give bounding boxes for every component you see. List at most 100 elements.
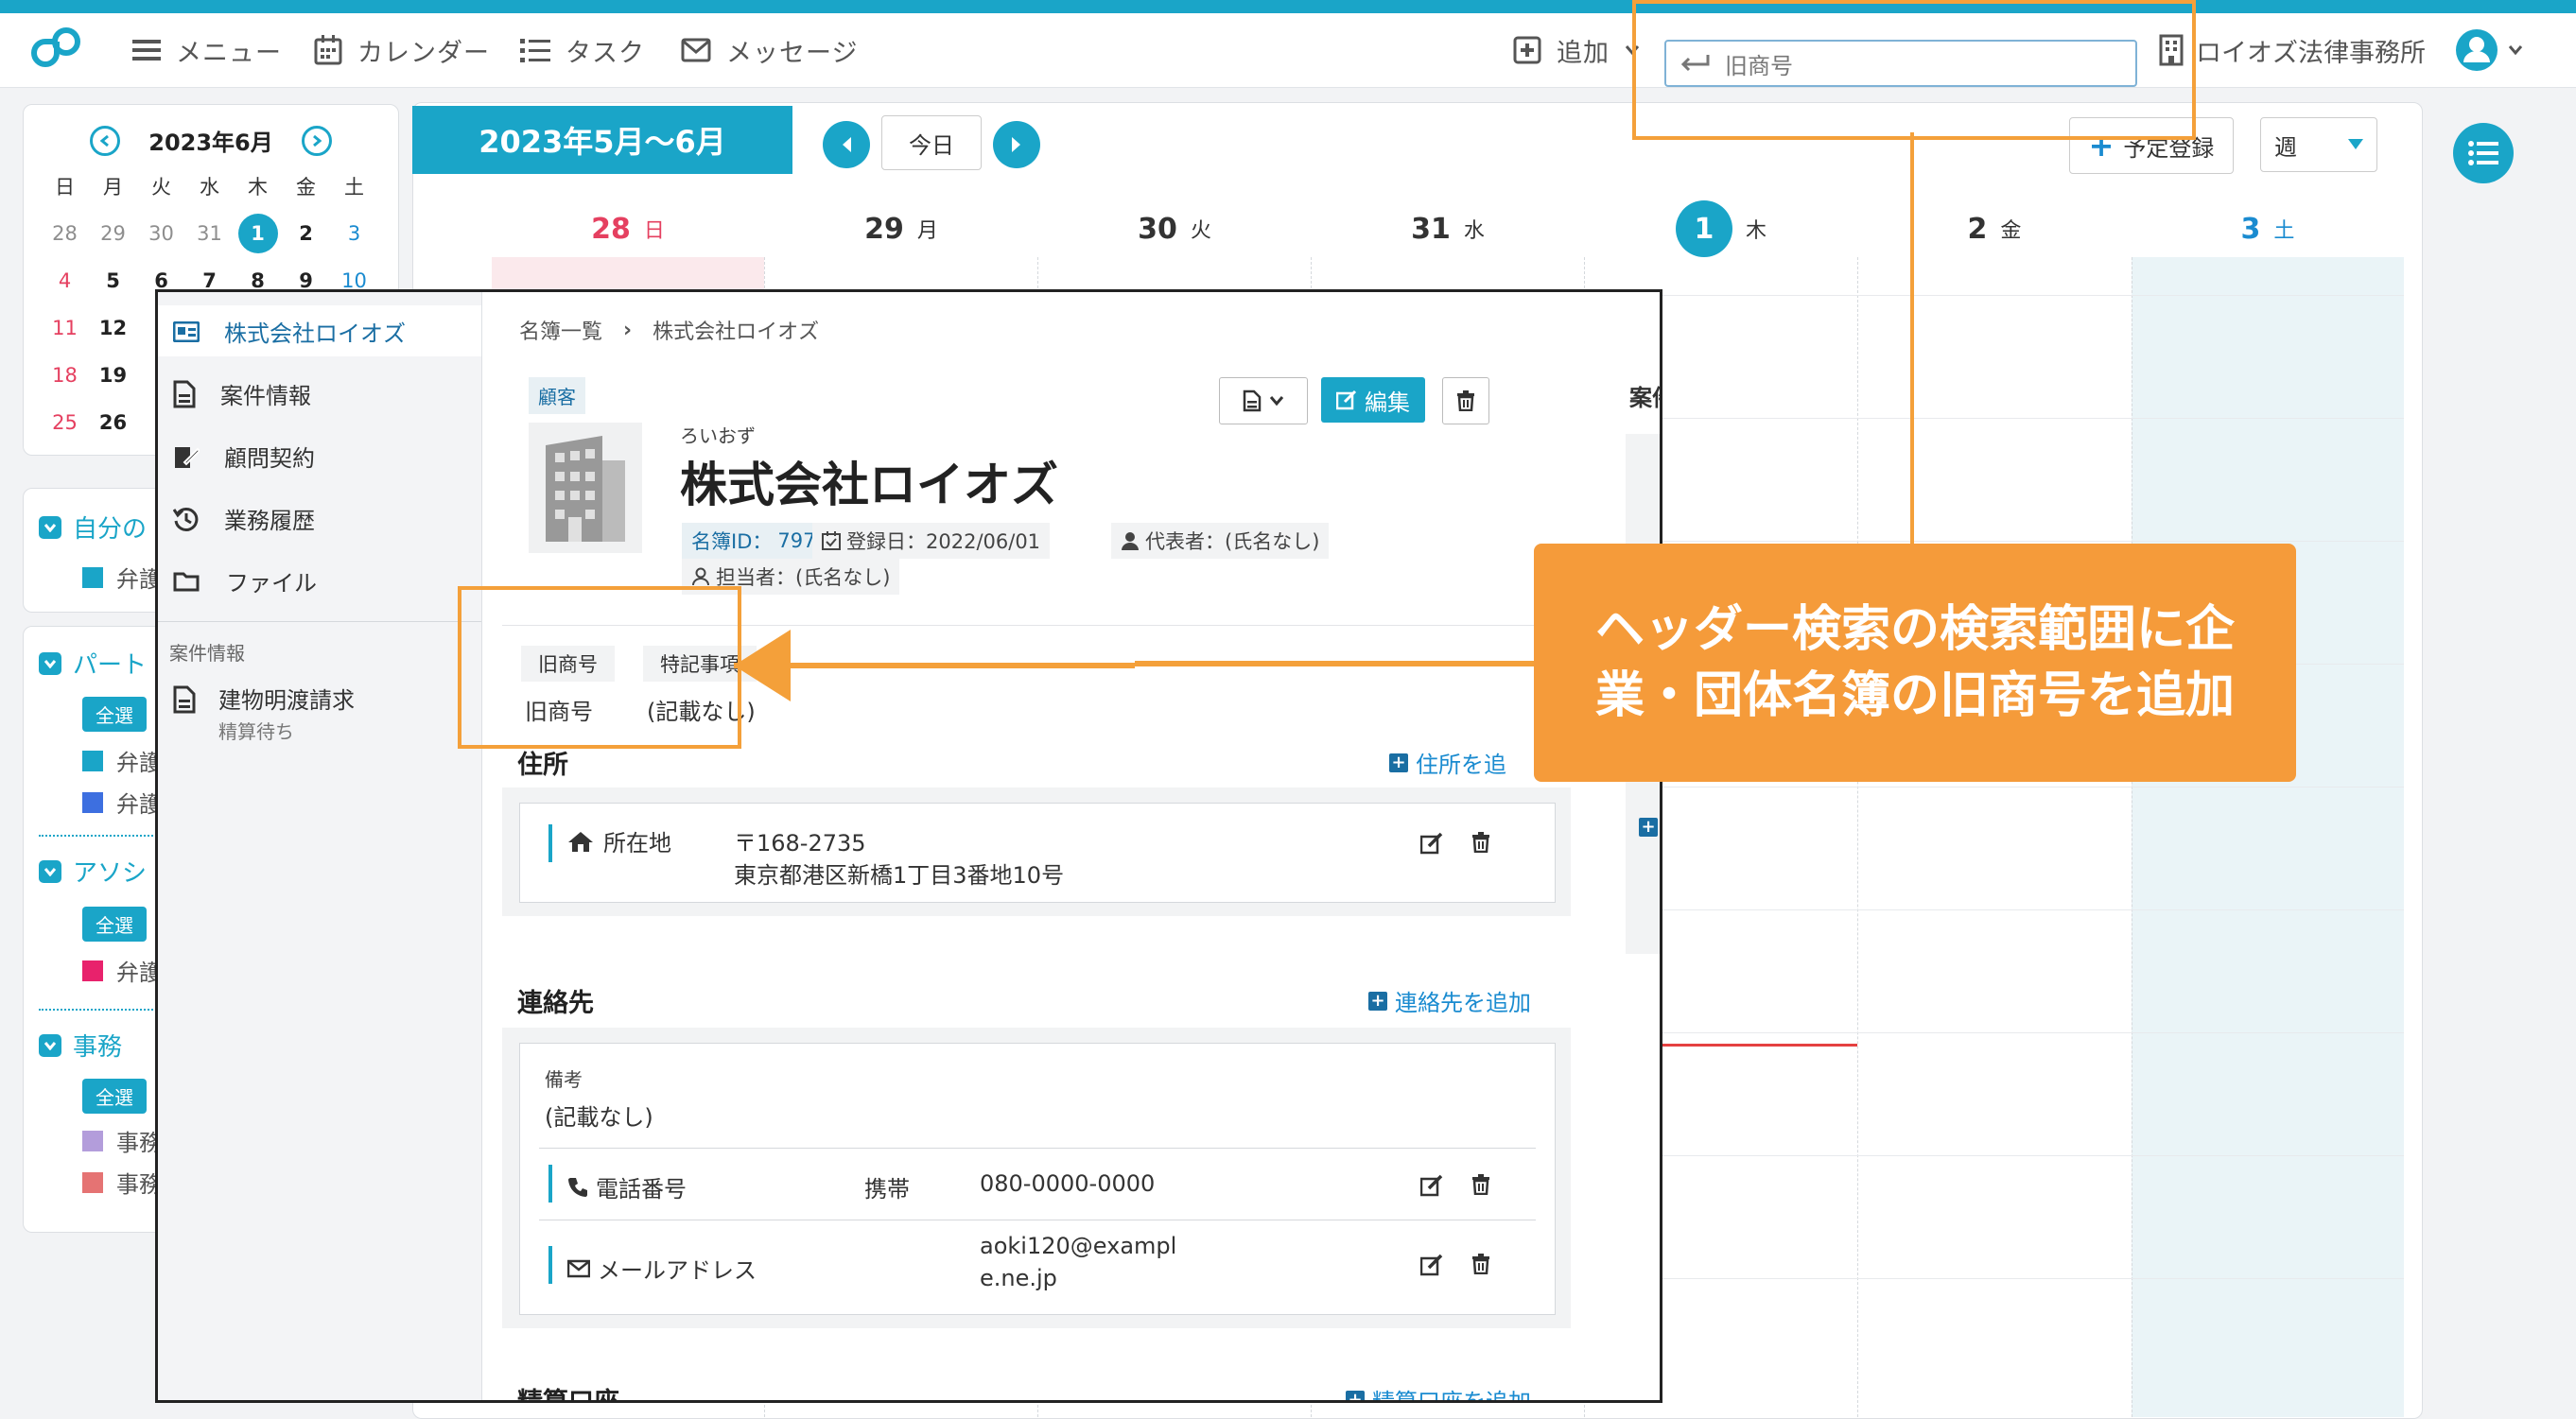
add-account-link[interactable]: + 精算口座を追加 [1346, 1383, 1531, 1400]
mini-calendar-day[interactable]: 30 [137, 210, 185, 257]
calendar-check-icon [822, 531, 841, 550]
breadcrumb: 名簿一覧 › 株式会社ロイオズ [519, 315, 819, 345]
color-swatch [82, 566, 103, 588]
edit-icon [1420, 1254, 1443, 1276]
add-case-button[interactable]: + [1639, 818, 1658, 837]
edit-address-button[interactable] [1420, 832, 1443, 855]
mini-prev-button[interactable] [90, 125, 121, 156]
chevron-right-icon [1012, 137, 1020, 152]
breadcrumb-current: 株式会社ロイオズ [653, 320, 820, 344]
menu-company[interactable]: 株式会社ロイオズ [173, 315, 406, 348]
checkbox-icon [39, 1033, 61, 1057]
add-contact-label: 連絡先を追加 [1395, 990, 1531, 1016]
nav-calendar[interactable]: カレンダー [314, 26, 490, 74]
trash-icon [1457, 390, 1474, 411]
mini-calendar-day[interactable]: 3 [330, 210, 378, 257]
mini-calendar-day[interactable]: 5 [89, 257, 137, 304]
mini-calendar-day[interactable]: 2 [282, 210, 330, 257]
mini-calendar-day[interactable]: 1 [234, 210, 282, 257]
view-select[interactable]: 週 [2260, 117, 2377, 172]
day-header[interactable]: 1木 [1585, 200, 1857, 257]
calendar-filter-item[interactable]: 弁護 [82, 954, 162, 987]
checkbox-icon [39, 859, 61, 883]
mini-calendar-day[interactable]: 28 [41, 210, 89, 257]
add-dropdown[interactable]: 追加 [1513, 26, 1640, 74]
day-number: 4 [58, 269, 72, 292]
mini-calendar-day[interactable]: 19 [89, 352, 137, 399]
calendar-filter-item[interactable]: 弁護 [82, 561, 162, 594]
mini-calendar-day[interactable]: 29 [89, 210, 137, 257]
calendar-filter-item[interactable]: 弁護 [82, 744, 162, 777]
delete-phone-button[interactable] [1471, 1174, 1490, 1195]
case-item[interactable]: 建物明渡請求 精算待ち [173, 682, 355, 744]
mini-next-button[interactable] [301, 125, 332, 156]
calendar-filter-item[interactable]: 弁護 [82, 786, 162, 819]
mini-calendar-day[interactable]: 31 [185, 210, 234, 257]
mini-calendar-day[interactable]: 18 [41, 352, 89, 399]
group-title-partner[interactable]: パート [39, 646, 147, 681]
mini-calendar-day[interactable]: 11 [41, 304, 89, 352]
address-type-label: 所在地 [603, 830, 671, 857]
menu-history[interactable]: 業務履歴 [173, 502, 315, 535]
mini-calendar-title: 2023年6月 [148, 130, 273, 156]
calendar-filter-item[interactable]: 事務 [82, 1166, 162, 1199]
mini-calendar-day[interactable]: 25 [41, 399, 89, 446]
email-label-row: メールアドレス [567, 1252, 757, 1285]
checkbox-icon [39, 515, 61, 539]
nav-menu[interactable]: メニュー [132, 26, 282, 74]
menu-label: 業務履歴 [224, 508, 315, 534]
email-value-line2[interactable]: e.ne.jp [980, 1265, 1057, 1291]
phone-value[interactable]: 080-0000-0000 [980, 1170, 1155, 1197]
color-swatch [82, 791, 103, 813]
select-all-button[interactable]: 全選 [82, 907, 147, 942]
document-menu-button[interactable] [1219, 377, 1308, 424]
mini-calendar-day[interactable]: 4 [41, 257, 89, 304]
edit-phone-button[interactable] [1420, 1174, 1443, 1197]
cases-column-title: 案件 [1629, 385, 1660, 411]
organization-switcher[interactable]: ロイオズ法律事務所 [2158, 26, 2426, 74]
menu-cases[interactable]: 案件情報 [173, 377, 311, 410]
menu-advisory[interactable]: 顧問契約 [173, 440, 315, 473]
day-header[interactable]: 30 火 [1038, 200, 1311, 257]
day-number: 28 [591, 212, 631, 246]
group-title-associate[interactable]: アソシ [39, 854, 147, 889]
email-value-line1[interactable]: aoki120@exampl [980, 1233, 1176, 1259]
prev-week-button[interactable] [823, 121, 870, 168]
day-of-week: 土 [2273, 219, 2295, 243]
day-header[interactable]: 2金 [1858, 200, 2131, 257]
calendar-filter-item[interactable]: 事務 [82, 1124, 162, 1157]
user-menu[interactable] [2455, 26, 2523, 74]
next-week-button[interactable] [993, 121, 1040, 168]
select-all-button[interactable]: 全選 [82, 697, 147, 732]
logo-icon [31, 27, 80, 67]
menu-files[interactable]: ファイル [173, 564, 317, 597]
weekday-label: 月 [103, 176, 123, 199]
add-address-link[interactable]: + 住所を追 [1389, 746, 1506, 779]
assignee-text: 担当者：(氏名なし) [716, 566, 891, 589]
edit-button[interactable]: 編集 [1321, 377, 1425, 423]
day-header[interactable]: 29 月 [765, 200, 1037, 257]
nav-messages[interactable]: メッセージ [681, 26, 858, 74]
delete-button[interactable] [1442, 377, 1489, 424]
day-header[interactable]: 28 日 [492, 200, 764, 257]
add-contact-link[interactable]: + 連絡先を追加 [1368, 984, 1531, 1017]
day-header[interactable]: 3土 [2132, 200, 2404, 257]
list-view-button[interactable] [2453, 123, 2514, 183]
breadcrumb-parent[interactable]: 名簿一覧 [519, 315, 602, 345]
day-header[interactable]: 31 水 [1312, 200, 1584, 257]
mini-calendar-day[interactable]: 12 [89, 304, 137, 352]
today-button[interactable]: 今日 [881, 115, 982, 170]
mini-calendar-day[interactable]: 26 [89, 399, 137, 446]
group-title-self[interactable]: 自分の [39, 510, 147, 545]
app-logo[interactable] [30, 25, 85, 79]
menu-label: 株式会社ロイオズ [224, 320, 406, 347]
day-number: 28 [52, 222, 78, 245]
delete-email-button[interactable] [1471, 1254, 1490, 1274]
day-of-week: 火 [1190, 219, 1211, 243]
nav-tasks[interactable]: タスク [520, 26, 645, 74]
group-title-office[interactable]: 事務 [39, 1028, 122, 1063]
edit-email-button[interactable] [1420, 1254, 1443, 1276]
delete-address-button[interactable] [1471, 832, 1490, 853]
select-all-button[interactable]: 全選 [82, 1079, 147, 1114]
day-number: 26 [98, 411, 128, 434]
